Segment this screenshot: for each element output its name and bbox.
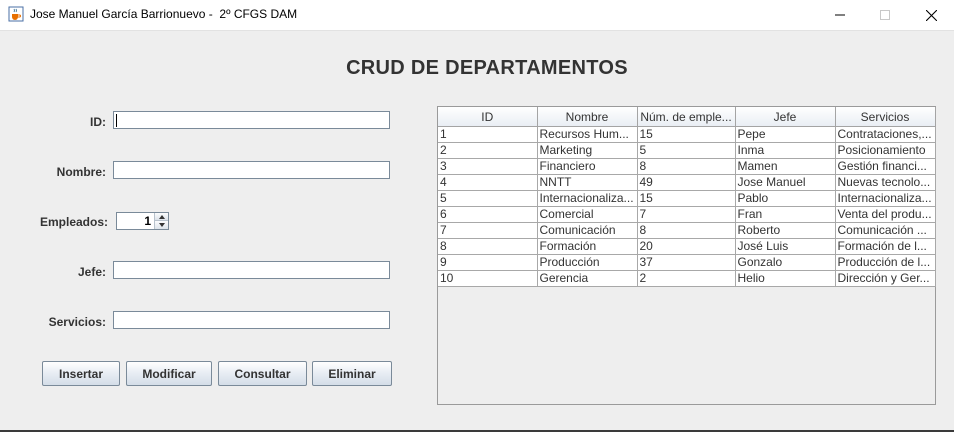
cell-empleados[interactable]: 37	[637, 254, 736, 271]
nombre-label: Nombre:	[56, 165, 106, 179]
maximize-button[interactable]	[862, 0, 908, 30]
column-header-id[interactable]: ID	[438, 107, 538, 127]
cell-nombre[interactable]: Gerencia	[537, 270, 638, 287]
java-cup-icon	[8, 6, 24, 22]
id-field[interactable]	[113, 111, 390, 129]
column-header-jefe[interactable]: Jefe	[735, 107, 836, 127]
cell-servicios[interactable]: Comunicación ...	[835, 222, 936, 239]
cell-servicios[interactable]: Nuevas tecnolo...	[835, 174, 936, 191]
cell-nombre[interactable]: Formación	[537, 238, 638, 255]
cell-jefe[interactable]: Helio	[735, 270, 836, 287]
servicios-field[interactable]	[113, 311, 390, 329]
column-header-servicios[interactable]: Servicios	[835, 107, 936, 127]
spinner-down-button[interactable]	[154, 221, 168, 229]
cell-jefe[interactable]: Inma	[735, 142, 836, 159]
arrow-down-icon	[158, 223, 165, 227]
table-row[interactable]: 4 NNTT 49 Jose Manuel Nuevas tecnolo...	[438, 174, 936, 191]
empleados-value[interactable]: 1	[117, 214, 151, 228]
cell-servicios[interactable]: Contrataciones,...	[835, 126, 936, 143]
cell-empleados[interactable]: 49	[637, 174, 736, 191]
cell-id[interactable]: 7	[438, 222, 538, 239]
consultar-button[interactable]: Consultar	[218, 361, 307, 386]
spinner-up-button[interactable]	[154, 213, 168, 221]
cell-empleados[interactable]: 15	[637, 126, 736, 143]
close-button[interactable]	[908, 0, 954, 30]
table-row[interactable]: 10 Gerencia 2 Helio Dirección y Ger...	[438, 270, 936, 287]
cell-jefe[interactable]: Mamen	[735, 158, 836, 175]
cell-empleados[interactable]: 8	[637, 222, 736, 239]
cell-empleados[interactable]: 15	[637, 190, 736, 207]
cell-id[interactable]: 3	[438, 158, 538, 175]
cell-nombre[interactable]: Recursos Hum...	[537, 126, 638, 143]
cell-servicios[interactable]: Venta del produ...	[835, 206, 936, 223]
close-icon	[925, 9, 937, 21]
cell-id[interactable]: 8	[438, 238, 538, 255]
id-label: ID:	[90, 115, 106, 129]
departments-grid: ID Nombre Núm. de emple... Jefe Servicio…	[438, 107, 936, 287]
cell-id[interactable]: 2	[438, 142, 538, 159]
cell-id[interactable]: 9	[438, 254, 538, 271]
table-body: 1 Recursos Hum... 15 Pepe Contrataciones,...…	[438, 126, 936, 287]
window-titlebar: Jose Manuel García Barrionuevo - 2º CFGS…	[0, 0, 954, 31]
text-caret	[116, 114, 117, 127]
table-row[interactable]: 6 Comercial 7 Fran Venta del produ...	[438, 206, 936, 223]
servicios-label: Servicios:	[48, 315, 106, 329]
cell-nombre[interactable]: Comunicación	[537, 222, 638, 239]
cell-nombre[interactable]: Internacionaliza...	[537, 190, 638, 207]
cell-servicios[interactable]: Internacionaliza...	[835, 190, 936, 207]
arrow-up-icon	[158, 214, 165, 219]
cell-jefe[interactable]: Pablo	[735, 190, 836, 207]
cell-jefe[interactable]: Pepe	[735, 126, 836, 143]
cell-jefe[interactable]: Fran	[735, 206, 836, 223]
table-row[interactable]: 3 Financiero 8 Mamen Gestión financi...	[438, 158, 936, 175]
table-row[interactable]: 2 Marketing 5 Inma Posicionamiento	[438, 142, 936, 159]
table-row[interactable]: 1 Recursos Hum... 15 Pepe Contrataciones,...	[438, 126, 936, 143]
window-title: Jose Manuel García Barrionuevo - 2º CFGS…	[30, 7, 298, 21]
jefe-label: Jefe:	[77, 265, 106, 279]
minimize-icon	[835, 14, 845, 16]
cell-id[interactable]: 5	[438, 190, 538, 207]
cell-jefe[interactable]: Roberto	[735, 222, 836, 239]
modificar-button[interactable]: Modificar	[126, 361, 212, 386]
jefe-field[interactable]	[113, 261, 390, 279]
cell-jefe[interactable]: Gonzalo	[735, 254, 836, 271]
nombre-field[interactable]	[113, 161, 390, 179]
departments-table[interactable]: ID Nombre Núm. de emple... Jefe Servicio…	[437, 106, 936, 405]
cell-empleados[interactable]: 8	[637, 158, 736, 175]
cell-empleados[interactable]: 7	[637, 206, 736, 223]
cell-servicios[interactable]: Posicionamiento	[835, 142, 936, 159]
cell-nombre[interactable]: Financiero	[537, 158, 638, 175]
cell-id[interactable]: 6	[438, 206, 538, 223]
column-header-empleados[interactable]: Núm. de emple...	[637, 107, 736, 127]
eliminar-button[interactable]: Eliminar	[312, 361, 392, 386]
cell-servicios[interactable]: Producción de l...	[835, 254, 936, 271]
maximize-icon	[880, 10, 890, 20]
column-header-nombre[interactable]: Nombre	[537, 107, 638, 127]
cell-empleados[interactable]: 2	[637, 270, 736, 287]
table-row[interactable]: 5 Internacionaliza... 15 Pablo Internacional…	[438, 190, 936, 207]
cell-id[interactable]: 4	[438, 174, 538, 191]
insertar-button[interactable]: Insertar	[42, 361, 120, 386]
cell-empleados[interactable]: 5	[637, 142, 736, 159]
cell-nombre[interactable]: NNTT	[537, 174, 638, 191]
empleados-spinner[interactable]: 1	[116, 212, 169, 230]
table-row[interactable]: 8 Formación 20 José Luis Formación de l...	[438, 238, 936, 255]
cell-nombre[interactable]: Marketing	[537, 142, 638, 159]
cell-id[interactable]: 10	[438, 270, 538, 287]
cell-nombre[interactable]: Comercial	[537, 206, 638, 223]
page-title: CRUD DE DEPARTAMENTOS	[346, 57, 628, 79]
cell-jefe[interactable]: Jose Manuel	[735, 174, 836, 191]
cell-nombre[interactable]: Producción	[537, 254, 638, 271]
cell-jefe[interactable]: José Luis	[735, 238, 836, 255]
empleados-label: Empleados:	[39, 215, 108, 229]
cell-servicios[interactable]: Formación de l...	[835, 238, 936, 255]
cell-empleados[interactable]: 20	[637, 238, 736, 255]
table-row[interactable]: 9 Producción 37 Gonzalo Producción de l...	[438, 254, 936, 271]
cell-servicios[interactable]: Gestión financi...	[835, 158, 936, 175]
table-row[interactable]: 7 Comunicación 8 Roberto Comunicación ...	[438, 222, 936, 239]
table-header-row: ID Nombre Núm. de emple... Jefe Servicio…	[438, 107, 936, 127]
cell-servicios[interactable]: Dirección y Ger...	[835, 270, 936, 287]
cell-id[interactable]: 1	[438, 126, 538, 143]
minimize-button[interactable]	[817, 0, 863, 30]
